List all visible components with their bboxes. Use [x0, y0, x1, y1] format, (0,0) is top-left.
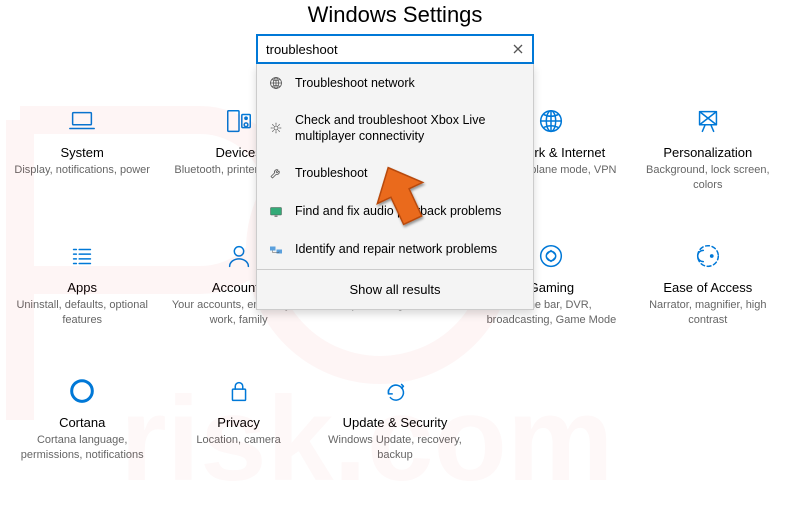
tile-desc: Narrator, magnifier, high contrast	[636, 298, 780, 328]
tile-ease-of-access[interactable]: Ease of Access Narrator, magnifier, high …	[630, 220, 786, 355]
suggestion-item[interactable]: Check and troubleshoot Xbox Live multipl…	[257, 102, 533, 155]
suggestion-item[interactable]: Find and fix audio playback problems	[257, 193, 533, 231]
tile-title: System	[10, 145, 154, 160]
tile-desc: Display, notifications, power	[10, 163, 154, 178]
tile-title: Update & Security	[323, 415, 467, 430]
tile-system[interactable]: System Display, notifications, power	[4, 85, 160, 220]
suggestion-label: Check and troubleshoot Xbox Live multipl…	[295, 112, 523, 145]
suggestion-label: Identify and repair network problems	[295, 241, 497, 257]
suggestion-item[interactable]: Troubleshoot network	[257, 64, 533, 102]
search-input[interactable]	[264, 42, 510, 57]
tile-desc: Cortana language, permissions, notificat…	[10, 433, 154, 463]
net-icon	[267, 241, 285, 259]
suggestion-label: Troubleshoot network	[295, 75, 415, 91]
search-container: Troubleshoot network Check and troublesho…	[256, 34, 534, 310]
tile-desc: Location, camera	[166, 433, 310, 448]
ease-icon	[636, 238, 780, 273]
tile-title: Cortana	[10, 415, 154, 430]
suggestion-label: Troubleshoot	[295, 165, 368, 181]
cortana-icon	[10, 373, 154, 408]
laptop-icon	[10, 103, 154, 138]
tile-desc: Uninstall, defaults, optional features	[10, 298, 154, 328]
tile-title: Apps	[10, 280, 154, 295]
tile-desc: Background, lock screen, colors	[636, 163, 780, 193]
tile-personalization[interactable]: Personalization Background, lock screen, …	[630, 85, 786, 220]
gear-icon	[267, 119, 285, 137]
tile-title: Ease of Access	[636, 280, 780, 295]
tile-privacy[interactable]: Privacy Location, camera	[160, 355, 316, 490]
clear-icon[interactable]	[510, 41, 526, 57]
globe-icon	[267, 74, 285, 92]
brush-icon	[636, 103, 780, 138]
update-icon	[323, 373, 467, 408]
search-box[interactable]	[256, 34, 534, 64]
tile-title: Privacy	[166, 415, 310, 430]
wrench-icon	[267, 165, 285, 183]
lock-icon	[166, 373, 310, 408]
suggestion-item[interactable]: Troubleshoot	[257, 155, 533, 193]
tile-apps[interactable]: Apps Uninstall, defaults, optional featur…	[4, 220, 160, 355]
tile-title: Personalization	[636, 145, 780, 160]
tile-desc: Windows Update, recovery, backup	[323, 433, 467, 463]
tile-update-security[interactable]: Update & Security Windows Update, recover…	[317, 355, 473, 490]
apps-icon	[10, 238, 154, 273]
tile-cortana[interactable]: Cortana Cortana language, permissions, no…	[4, 355, 160, 490]
suggestion-item[interactable]: Identify and repair network problems	[257, 231, 533, 269]
search-suggestions: Troubleshoot network Check and troublesho…	[256, 64, 534, 310]
show-all-results[interactable]: Show all results	[257, 270, 533, 309]
screen-icon	[267, 203, 285, 221]
suggestion-label: Find and fix audio playback problems	[295, 203, 501, 219]
